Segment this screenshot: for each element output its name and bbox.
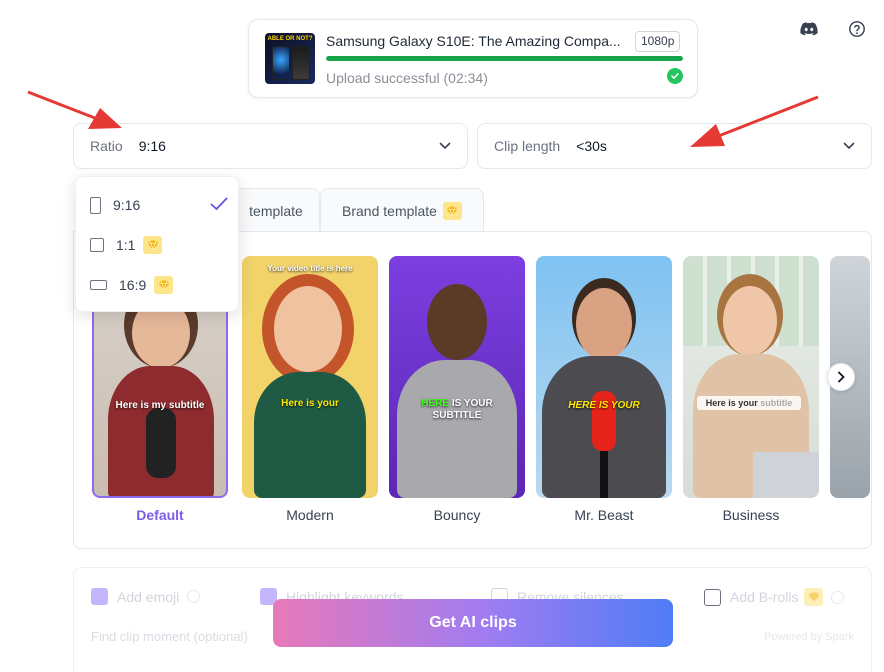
person-image [397, 360, 517, 498]
template-subtitle: HERE IS YOUR [389, 398, 525, 409]
subtitle-highlight: HERE [421, 398, 450, 409]
microphone-stand [600, 451, 608, 498]
template-card-modern[interactable]: Your video title is here Here is your [242, 256, 378, 498]
get-ai-clips-button[interactable]: Get AI clips [273, 599, 673, 647]
upload-progress-bar [326, 56, 683, 61]
ratio-option-label: 9:16 [113, 197, 141, 213]
tab-template[interactable]: template [232, 188, 320, 232]
phone-image [272, 46, 290, 80]
template-name: Bouncy [433, 507, 481, 523]
subtitle-text: Here is your [705, 398, 758, 408]
template-top-caption: Your video title is here [267, 264, 353, 273]
tab-label: template [249, 202, 303, 219]
add-brolls-option[interactable]: Add B-rolls [704, 588, 845, 606]
ratio-label: Ratio [90, 138, 123, 154]
upload-card: ABLE OR NOT? Samsung Galaxy S10E: The Am… [248, 19, 698, 98]
help-icon[interactable] [846, 18, 868, 40]
ratio-value: 9:16 [138, 138, 166, 154]
checkbox-checked[interactable] [91, 588, 108, 605]
ratio-option-9-16[interactable]: 9:16 [76, 185, 240, 225]
chevron-down-icon [843, 142, 855, 150]
ratio-dropdown: 9:16 1:1 16:9 [75, 176, 239, 312]
powered-by-text: Powered by Spark [764, 631, 854, 643]
resolution-badge: 1080p [635, 31, 681, 52]
chevron-down-icon [439, 142, 451, 150]
clip-length-value: <30s [576, 138, 607, 154]
option-label: Add emoji [117, 588, 180, 605]
checkbox-unchecked[interactable] [704, 588, 721, 606]
person-image [723, 286, 777, 356]
checkmark-icon [210, 197, 228, 214]
success-check-icon [667, 68, 683, 84]
subtitle-text: IS YOUR [451, 398, 493, 409]
diamond-icon [442, 201, 462, 220]
diamond-icon [154, 276, 174, 294]
subtitle-text: IS YOUR [598, 400, 640, 411]
diamond-icon [804, 588, 824, 606]
ratio-option-1-1[interactable]: 1:1 [76, 225, 240, 265]
video-title: Samsung Galaxy S10E: The Amazing Compa..… [326, 33, 621, 49]
clip-length-select[interactable]: Clip length <30s [477, 123, 872, 169]
thumbnail-text: ABLE OR NOT? [267, 36, 313, 42]
video-thumbnail: ABLE OR NOT? [265, 33, 315, 84]
template-name: Default [136, 507, 184, 523]
template-name: Mr. Beast [574, 507, 634, 523]
template-card-mr-beast[interactable]: HERE IS YOUR [536, 256, 672, 498]
person-image [576, 288, 632, 360]
template-card-bouncy[interactable]: HERE IS YOUR SUBTITLE [389, 256, 525, 498]
ratio-option-16-9[interactable]: 16:9 [76, 265, 240, 305]
info-icon[interactable] [831, 590, 845, 604]
template-name: Business [722, 507, 780, 523]
option-label: Add B-rolls [730, 589, 799, 605]
template-subtitle-line2: SUBTITLE [432, 410, 482, 421]
laptop-image [753, 452, 819, 498]
subtitle-highlight: HERE [568, 400, 597, 411]
find-clip-moment-label: Find clip moment (optional) [91, 629, 248, 644]
info-icon[interactable] [187, 590, 201, 603]
template-card-business[interactable]: Here is your subtitle [683, 256, 819, 498]
ratio-select[interactable]: Ratio 9:16 [73, 123, 468, 169]
template-subtitle: Here is my subtitle [115, 400, 205, 411]
person-image [254, 372, 366, 498]
landscape-ratio-icon [90, 280, 107, 290]
subtitle-faded: subtitle [760, 398, 793, 408]
tab-label: Brand template [342, 202, 437, 219]
person-image [274, 286, 342, 372]
template-name: Modern [286, 507, 334, 523]
upload-status: Upload successful (02:34) [326, 70, 488, 86]
tab-brand-template[interactable]: Brand template [320, 188, 484, 232]
phone-image [292, 46, 310, 80]
next-templates-button[interactable] [827, 363, 855, 391]
template-subtitle: Here is your subtitle [697, 396, 801, 410]
add-emoji-option[interactable]: Add emoji [91, 588, 201, 605]
ratio-option-label: 1:1 [116, 237, 136, 253]
template-subtitle: Here is your [281, 398, 339, 409]
square-ratio-icon [90, 238, 104, 252]
diamond-icon [143, 236, 163, 254]
discord-icon[interactable] [798, 18, 820, 40]
clip-length-label: Clip length [494, 138, 561, 154]
microphone-image [146, 408, 176, 478]
ratio-option-label: 16:9 [119, 277, 147, 293]
portrait-ratio-icon [90, 196, 101, 214]
template-subtitle: HERE IS YOUR [536, 400, 672, 411]
person-image [427, 284, 487, 360]
upload-progress-fill [326, 56, 683, 61]
